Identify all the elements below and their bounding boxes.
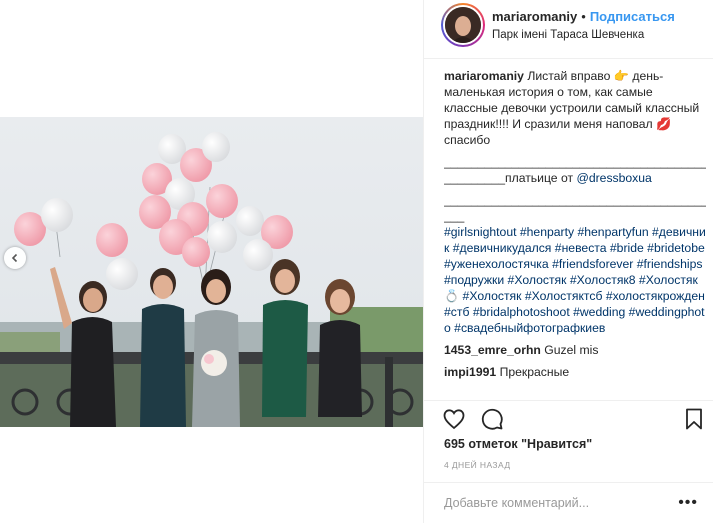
header-divider <box>424 58 713 59</box>
separator-dot: • <box>581 9 586 24</box>
comments-list[interactable]: mariaromaniy Листай вправо 👉 день-малень… <box>444 68 706 398</box>
dress-credit: _________платьице от @dressboxua <box>444 170 706 186</box>
dress-credit-text: _________платьице от <box>444 171 577 185</box>
add-comment-bar: ••• <box>424 482 713 523</box>
comment-username[interactable]: 1453_emre_orhn <box>444 343 541 357</box>
caption-separator: ________________________________________ <box>444 193 706 207</box>
avatar-image <box>445 7 481 43</box>
post-header: mariaromaniy • Подписаться Парк імені Та… <box>424 0 713 50</box>
action-bar <box>424 400 713 436</box>
caption-separator: ________________________________________ <box>444 155 706 169</box>
comment-icon[interactable] <box>480 407 504 431</box>
post-photo[interactable] <box>0 117 423 427</box>
post-timestamp[interactable]: 4 ДНЕЙ НАЗАД <box>444 460 510 470</box>
header-username[interactable]: mariaromaniy <box>492 9 577 24</box>
avatar[interactable] <box>443 5 483 45</box>
comment-text: Guzel mis <box>544 343 599 357</box>
previous-photo-button[interactable] <box>4 247 26 269</box>
avatar-story-ring[interactable] <box>441 3 485 47</box>
post-sidebar: mariaromaniy • Подписаться Парк імені Та… <box>423 0 713 523</box>
comment-username[interactable]: impi1991 <box>444 365 496 379</box>
more-icon[interactable]: ••• <box>678 495 698 511</box>
caption-separator: ___ <box>444 209 465 223</box>
add-comment-input[interactable] <box>444 493 674 513</box>
caption: mariaromaniy Листай вправо 👉 день-малень… <box>444 68 706 148</box>
bookmark-icon[interactable] <box>682 407 706 431</box>
comment-item: impi1991 Прекрасные <box>444 364 706 380</box>
comment-item: 1453_emre_orhn Guzel mis <box>444 342 706 358</box>
comment-text: Прекрасные <box>499 365 570 379</box>
hashtags[interactable]: #girlsnightout #henparty #henpartyfun #д… <box>444 224 706 336</box>
location-link[interactable]: Парк імені Тараса Шевченка <box>492 29 675 41</box>
heart-icon[interactable] <box>442 407 466 431</box>
post-photo-image <box>0 117 423 427</box>
likes-count[interactable]: 695 отметок "Нравится" <box>444 437 592 451</box>
caption-username[interactable]: mariaromaniy <box>444 69 524 83</box>
follow-button[interactable]: Подписаться <box>590 9 675 24</box>
dress-mention-link[interactable]: @dressboxua <box>576 171 651 185</box>
chevron-left-icon <box>11 253 18 263</box>
